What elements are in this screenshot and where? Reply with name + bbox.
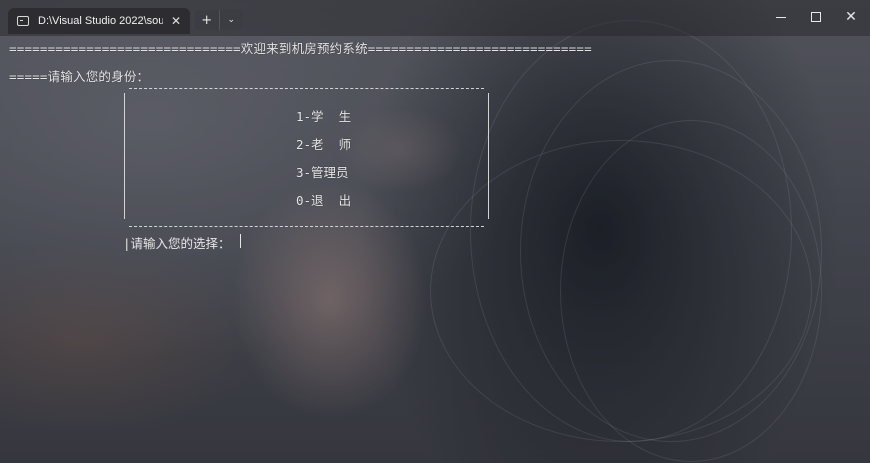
choice-prompt: |请输入您的选择： bbox=[123, 236, 231, 251]
console-output[interactable]: ==============================欢迎来到机房预约系统… bbox=[0, 36, 870, 463]
terminal-icon bbox=[17, 16, 29, 26]
terminal-titlebar: D:\Visual Studio 2022\source\ ✕ + ⌄ ✕ bbox=[0, 0, 870, 36]
menu-item-teacher: 2-老 师 bbox=[296, 137, 352, 152]
minimize-icon bbox=[776, 16, 786, 18]
new-tab-button[interactable]: + bbox=[195, 10, 219, 30]
maximize-button[interactable] bbox=[799, 0, 833, 34]
menu-item-exit: 0-退 出 bbox=[296, 193, 352, 208]
menu-box-left-border bbox=[124, 93, 125, 219]
menu-item-student: 1-学 生 bbox=[296, 109, 352, 124]
chevron-down-icon[interactable]: ⌄ bbox=[218, 10, 244, 30]
menu-box: 1-学 生 2-老 师 3-管理员 0-退 出 bbox=[124, 85, 489, 227]
menu-box-top-border bbox=[129, 88, 484, 89]
new-tab-controls: + ⌄ bbox=[195, 10, 243, 30]
choice-prompt-text: 请输入您的选择： bbox=[130, 236, 231, 251]
menu-box-right-border bbox=[488, 93, 489, 219]
welcome-banner: ==============================欢迎来到机房预约系统… bbox=[9, 41, 592, 56]
text-cursor[interactable] bbox=[240, 234, 241, 248]
close-window-button[interactable]: ✕ bbox=[834, 0, 868, 34]
tab-title: D:\Visual Studio 2022\source\ bbox=[38, 15, 163, 27]
maximize-icon bbox=[811, 12, 821, 22]
minimize-button[interactable] bbox=[764, 0, 798, 34]
terminal-tab[interactable]: D:\Visual Studio 2022\source\ ✕ bbox=[8, 8, 190, 34]
identity-prompt: =====请输入您的身份： bbox=[9, 69, 150, 84]
menu-item-admin: 3-管理员 bbox=[296, 165, 349, 180]
close-tab-icon[interactable]: ✕ bbox=[171, 14, 181, 28]
menu-box-bottom-border bbox=[129, 226, 484, 227]
